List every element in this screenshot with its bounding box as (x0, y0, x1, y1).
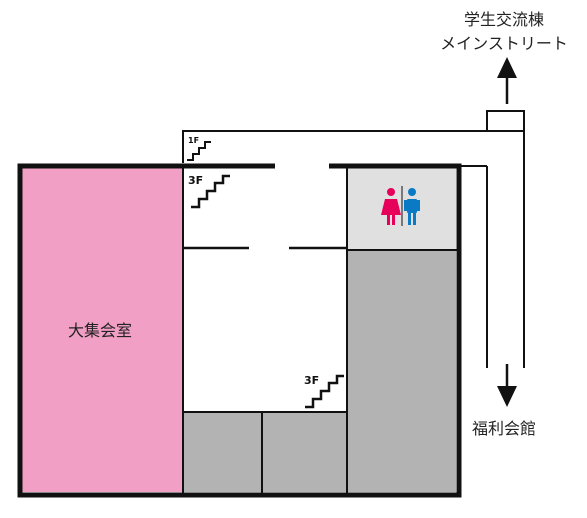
arrow-up-icon (497, 57, 517, 104)
label-hall: 大集会室 (68, 321, 132, 340)
arrow-down-icon (497, 364, 517, 407)
label-welfare-hall: 福利会館 (472, 419, 536, 438)
stairs-label-3f-lower: 3F (304, 374, 319, 387)
room-bottom-left (184, 413, 262, 492)
stairs-label-1f: 1F (188, 136, 199, 145)
floor-map: 学生交流棟 メインストリート 福利会館 大集会室 1F 3F 3F (17, 10, 568, 498)
stairs-label-3f-upper: 3F (188, 174, 203, 187)
room-bottom-mid (263, 413, 347, 492)
label-student-hall: 学生交流棟 (464, 10, 544, 29)
room-right (348, 251, 456, 492)
label-main-street: メインストリート (440, 34, 568, 53)
